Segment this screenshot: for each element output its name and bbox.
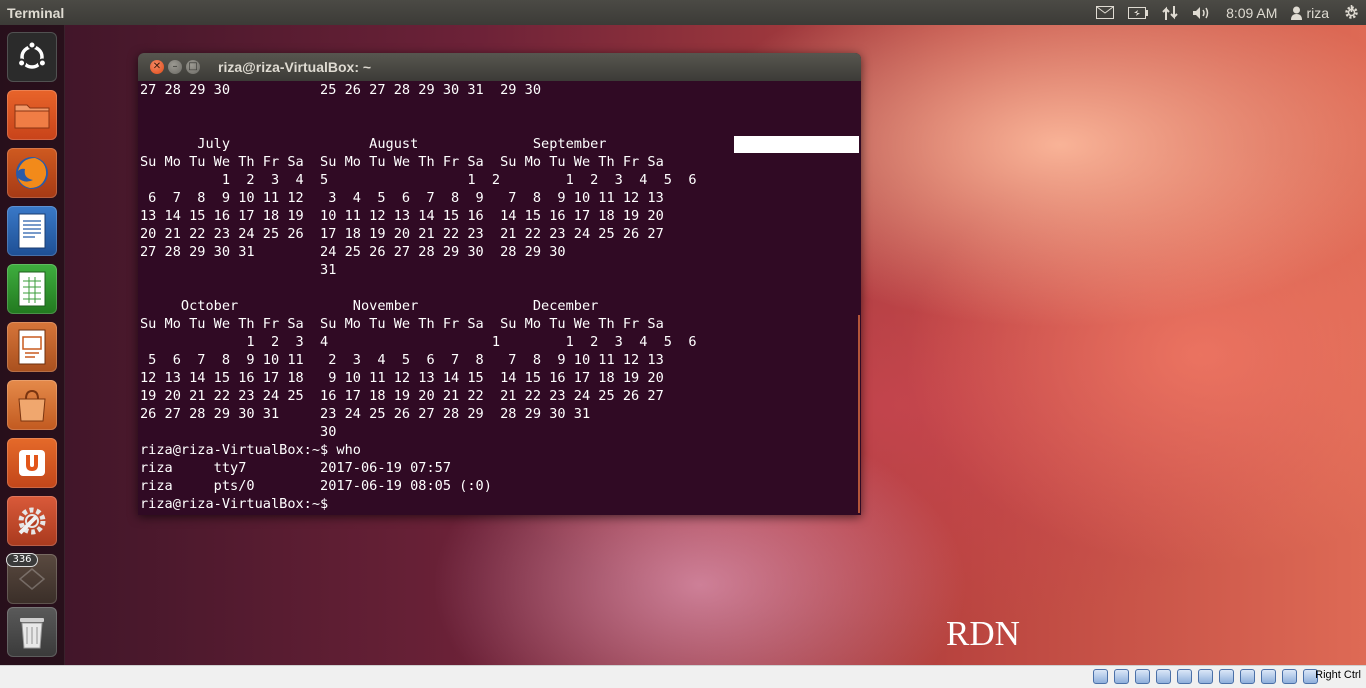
firefox-icon <box>16 157 48 189</box>
volume-icon[interactable] <box>1192 6 1212 20</box>
selection-highlight <box>734 136 859 153</box>
hard-disk-icon[interactable] <box>1093 669 1108 684</box>
minimize-icon: – <box>172 61 178 72</box>
terminal-line: 27 28 29 30 25 26 27 28 29 30 31 29 30 <box>140 82 542 98</box>
battery-icon[interactable] <box>1128 6 1149 19</box>
terminal-line: 1 2 3 4 5 1 2 1 2 3 4 5 6 <box>140 172 697 188</box>
shopping-bag-icon <box>18 389 46 422</box>
launcher: 336 <box>0 25 65 665</box>
user-menu[interactable]: riza <box>1291 5 1329 21</box>
impress-launcher[interactable] <box>7 322 57 372</box>
capture-icon[interactable] <box>1240 669 1255 684</box>
clock[interactable]: 8:09 AM <box>1226 5 1277 21</box>
system-settings-launcher[interactable] <box>7 496 57 546</box>
calc-launcher[interactable] <box>7 264 57 314</box>
terminal-line: 13 14 15 16 17 18 19 10 11 12 13 14 15 1… <box>140 208 664 224</box>
folder-icon <box>14 104 50 129</box>
terminal-line: Su Mo Tu We Th Fr Sa Su Mo Tu We Th Fr S… <box>140 154 664 170</box>
window-titlebar[interactable]: ✕ – □ riza@riza-VirtualBox: ~ <box>138 53 861 81</box>
terminal-line: October November December <box>140 298 599 314</box>
maximize-button[interactable]: □ <box>186 60 200 74</box>
terminal-line: riza tty7 2017-06-19 07:57 <box>140 460 451 476</box>
close-icon: ✕ <box>152 61 162 72</box>
settings-wrench-icon <box>18 507 46 535</box>
usb-icon[interactable] <box>1177 669 1192 684</box>
minimize-button[interactable]: – <box>168 60 182 74</box>
vm-status-bar: Right Ctrl <box>0 665 1366 688</box>
dash-home-button[interactable] <box>7 32 57 82</box>
user-icon <box>1291 6 1303 20</box>
trash-icon <box>20 618 44 649</box>
vm-device-icons <box>1087 669 1318 684</box>
close-button[interactable]: ✕ <box>150 60 164 74</box>
user-name: riza <box>1306 4 1329 21</box>
terminal-line: riza@riza-VirtualBox:~$ who <box>140 442 361 458</box>
presentation-icon <box>18 329 46 365</box>
terminal-line: 26 27 28 29 30 31 23 24 25 26 27 28 29 2… <box>140 406 591 422</box>
display-icon[interactable] <box>1219 669 1234 684</box>
mouse-integration-icon[interactable] <box>1282 669 1297 684</box>
terminal-line: 12 13 14 15 16 17 18 9 10 11 12 13 14 15… <box>140 370 664 386</box>
ubuntu-one-launcher[interactable] <box>7 438 57 488</box>
active-app-title: Terminal <box>7 4 65 21</box>
terminal-line: riza@riza-VirtualBox:~$ <box>140 496 329 512</box>
firefox-launcher[interactable] <box>7 148 57 198</box>
audio-icon[interactable] <box>1135 669 1150 684</box>
trash-launcher[interactable] <box>7 607 57 657</box>
terminal-line: 1 2 3 4 1 1 2 3 4 5 6 <box>140 334 697 350</box>
network-icon[interactable] <box>1162 5 1178 21</box>
terminal-line: 27 28 29 30 31 24 25 26 27 28 29 30 28 2… <box>140 244 566 260</box>
document-icon <box>18 213 46 249</box>
terminal-line: 31 <box>140 262 337 278</box>
terminal-window[interactable]: ✕ – □ riza@riza-VirtualBox: ~ 27 28 29 3… <box>138 53 861 515</box>
host-key-label: Right Ctrl <box>1315 669 1361 681</box>
terminal-line: 30 <box>140 424 337 440</box>
network-adapter-icon[interactable] <box>1156 669 1171 684</box>
terminal-line: 20 21 22 23 24 25 26 17 18 19 20 21 22 2… <box>140 226 664 242</box>
maximize-icon: □ <box>188 61 198 72</box>
cpu-icon[interactable] <box>1261 669 1276 684</box>
watermark-text: RDN <box>946 614 1020 653</box>
mail-icon[interactable] <box>1096 6 1115 19</box>
workspaces-icon <box>18 568 46 590</box>
terminal-line: riza pts/0 2017-06-19 08:05 (:0) <box>140 478 492 494</box>
notification-count-badge: 336 <box>6 553 38 567</box>
ubuntu-logo-icon <box>17 40 47 69</box>
top-panel: Terminal 8:09 AM riza <box>0 0 1366 25</box>
ubuntu-one-icon <box>19 450 45 476</box>
terminal-line: Su Mo Tu We Th Fr Sa Su Mo Tu We Th Fr S… <box>140 316 664 332</box>
scrollbar-edge[interactable] <box>858 315 860 513</box>
terminal-line: 19 20 21 22 23 24 25 16 17 18 19 20 21 2… <box>140 388 664 404</box>
optical-drive-icon[interactable] <box>1114 669 1129 684</box>
terminal-line: 6 7 8 9 10 11 12 3 4 5 6 7 8 9 7 8 9 10 … <box>140 190 664 206</box>
spreadsheet-icon <box>18 271 46 307</box>
indicator-area: 8:09 AM riza <box>1089 0 1366 25</box>
gear-icon[interactable] <box>1343 4 1360 21</box>
terminal-line: 5 6 7 8 9 10 11 2 3 4 5 6 7 8 7 8 9 10 1… <box>140 352 664 368</box>
writer-launcher[interactable] <box>7 206 57 256</box>
software-center-launcher[interactable] <box>7 380 57 430</box>
shared-folders-icon[interactable] <box>1198 669 1213 684</box>
window-title: riza@riza-VirtualBox: ~ <box>218 59 372 75</box>
files-launcher[interactable] <box>7 90 57 140</box>
